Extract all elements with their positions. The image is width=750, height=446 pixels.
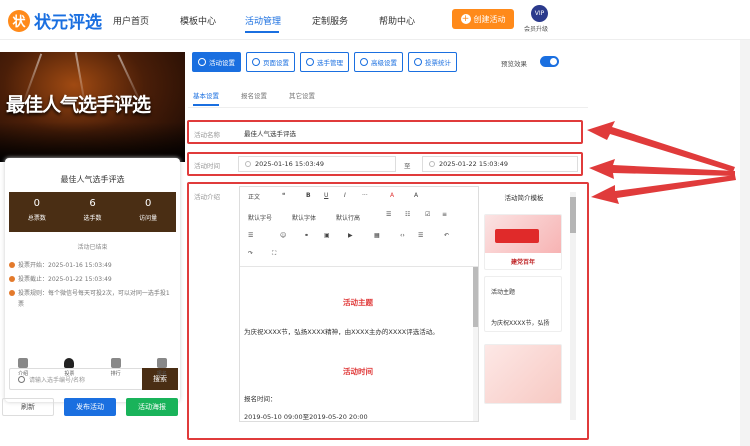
stat-total-votes: 0 总票数: [27, 198, 46, 222]
banner-title: 最佳人气选手评选: [6, 94, 151, 116]
preview-actions: 刷新 发布活动 活动海报: [2, 398, 187, 416]
stats-panel: 0 总票数 6 选手数 0 访问量: [9, 192, 176, 232]
info-vote-start: 投票开始：2025-01-16 15:03:49: [9, 260, 175, 271]
tab-intro[interactable]: 介绍: [18, 358, 28, 384]
banner-image: 最佳人气选手评选: [0, 52, 185, 162]
refresh-button[interactable]: 刷新: [2, 398, 54, 416]
preview-tabbar: 介绍 投票 排行 报名: [0, 358, 185, 384]
sub-tabs: 基本设置 报名设置 其它设置: [193, 90, 315, 100]
info-vote-end: 投票截止：2025-01-22 15:03:49: [9, 274, 175, 285]
tab-advanced-settings[interactable]: 高级设置: [354, 52, 403, 72]
subtab-signup[interactable]: 报名设置: [241, 90, 267, 100]
ranking-icon: [110, 358, 121, 368]
create-activity-label: 创建活动: [473, 14, 506, 24]
plus-icon: +: [460, 14, 471, 24]
publish-button[interactable]: 发布活动: [64, 398, 116, 416]
annotation-arrows: [587, 121, 736, 204]
nav-active-underline: [245, 31, 279, 33]
vip-icon[interactable]: VIP: [531, 5, 548, 22]
tab-signup[interactable]: 报名: [156, 358, 167, 384]
nav-help-center[interactable]: 帮助中心: [379, 14, 415, 27]
stat-visits: 0 访问量: [139, 198, 158, 222]
poster-button[interactable]: 活动海报: [126, 398, 178, 416]
chart-icon: [414, 58, 422, 66]
preview-label: 预览效果: [501, 60, 527, 68]
subtab-other[interactable]: 其它设置: [289, 90, 315, 100]
card-title: 最佳人气选手评选: [60, 175, 125, 184]
info-vote-rule: 投票规则：每个微信号每天可投2次，可以对同一选手投1票: [9, 288, 175, 310]
user-icon: [64, 358, 75, 368]
stat-players: 6 选手数: [83, 198, 102, 222]
subtab-basic[interactable]: 基本设置: [193, 90, 219, 100]
users-icon: [306, 58, 314, 66]
tab-player-management[interactable]: 选手管理: [300, 52, 349, 72]
vip-upgrade-label[interactable]: 会员升级: [524, 24, 548, 33]
activity-status: 活动已结束: [77, 244, 108, 251]
nav-custom-service[interactable]: 定制服务: [312, 14, 348, 27]
tab-vote[interactable]: 投票: [64, 358, 74, 384]
logo-icon: 状: [8, 9, 30, 32]
signup-icon: [156, 358, 167, 368]
home-icon: [18, 358, 29, 368]
nav-user-home[interactable]: 用户首页: [113, 14, 149, 27]
highlight-name: [187, 120, 583, 144]
tab-ranking[interactable]: 排行: [110, 358, 121, 384]
highlight-time: [187, 152, 583, 176]
settings-icon: [198, 58, 206, 66]
create-activity-button[interactable]: + 创建活动: [452, 9, 514, 29]
tab-page-settings[interactable]: 页面设置: [246, 52, 295, 72]
settings-toolbar: 活动设置 页面设置 选手管理 高级设置 投票统计: [192, 52, 457, 72]
nav-activity-management[interactable]: 活动管理: [245, 14, 281, 27]
subtab-underline: [193, 104, 219, 106]
logo-text: 状元评选: [34, 13, 102, 33]
logo[interactable]: 状 状元评选: [8, 8, 102, 33]
top-bar: 状 状元评选 用户首页 模板中心 活动管理 定制服务 帮助中心 + 创建活动 V…: [0, 0, 750, 40]
tab-activity-settings[interactable]: 活动设置: [192, 52, 241, 72]
tab-vote-statistics[interactable]: 投票统计: [408, 52, 457, 72]
preview-toggle[interactable]: [540, 56, 559, 67]
mobile-preview: 最佳人气选手评选 最佳人气选手评选 0 总票数 6 选手数 0 访问量 活动已结…: [0, 52, 185, 446]
page-scrollbar[interactable]: [740, 40, 750, 446]
highlight-intro: [187, 182, 589, 440]
advanced-icon: [360, 58, 368, 66]
divider: [188, 107, 588, 108]
page-icon: [252, 58, 260, 66]
nav-template-center[interactable]: 模板中心: [180, 14, 216, 27]
